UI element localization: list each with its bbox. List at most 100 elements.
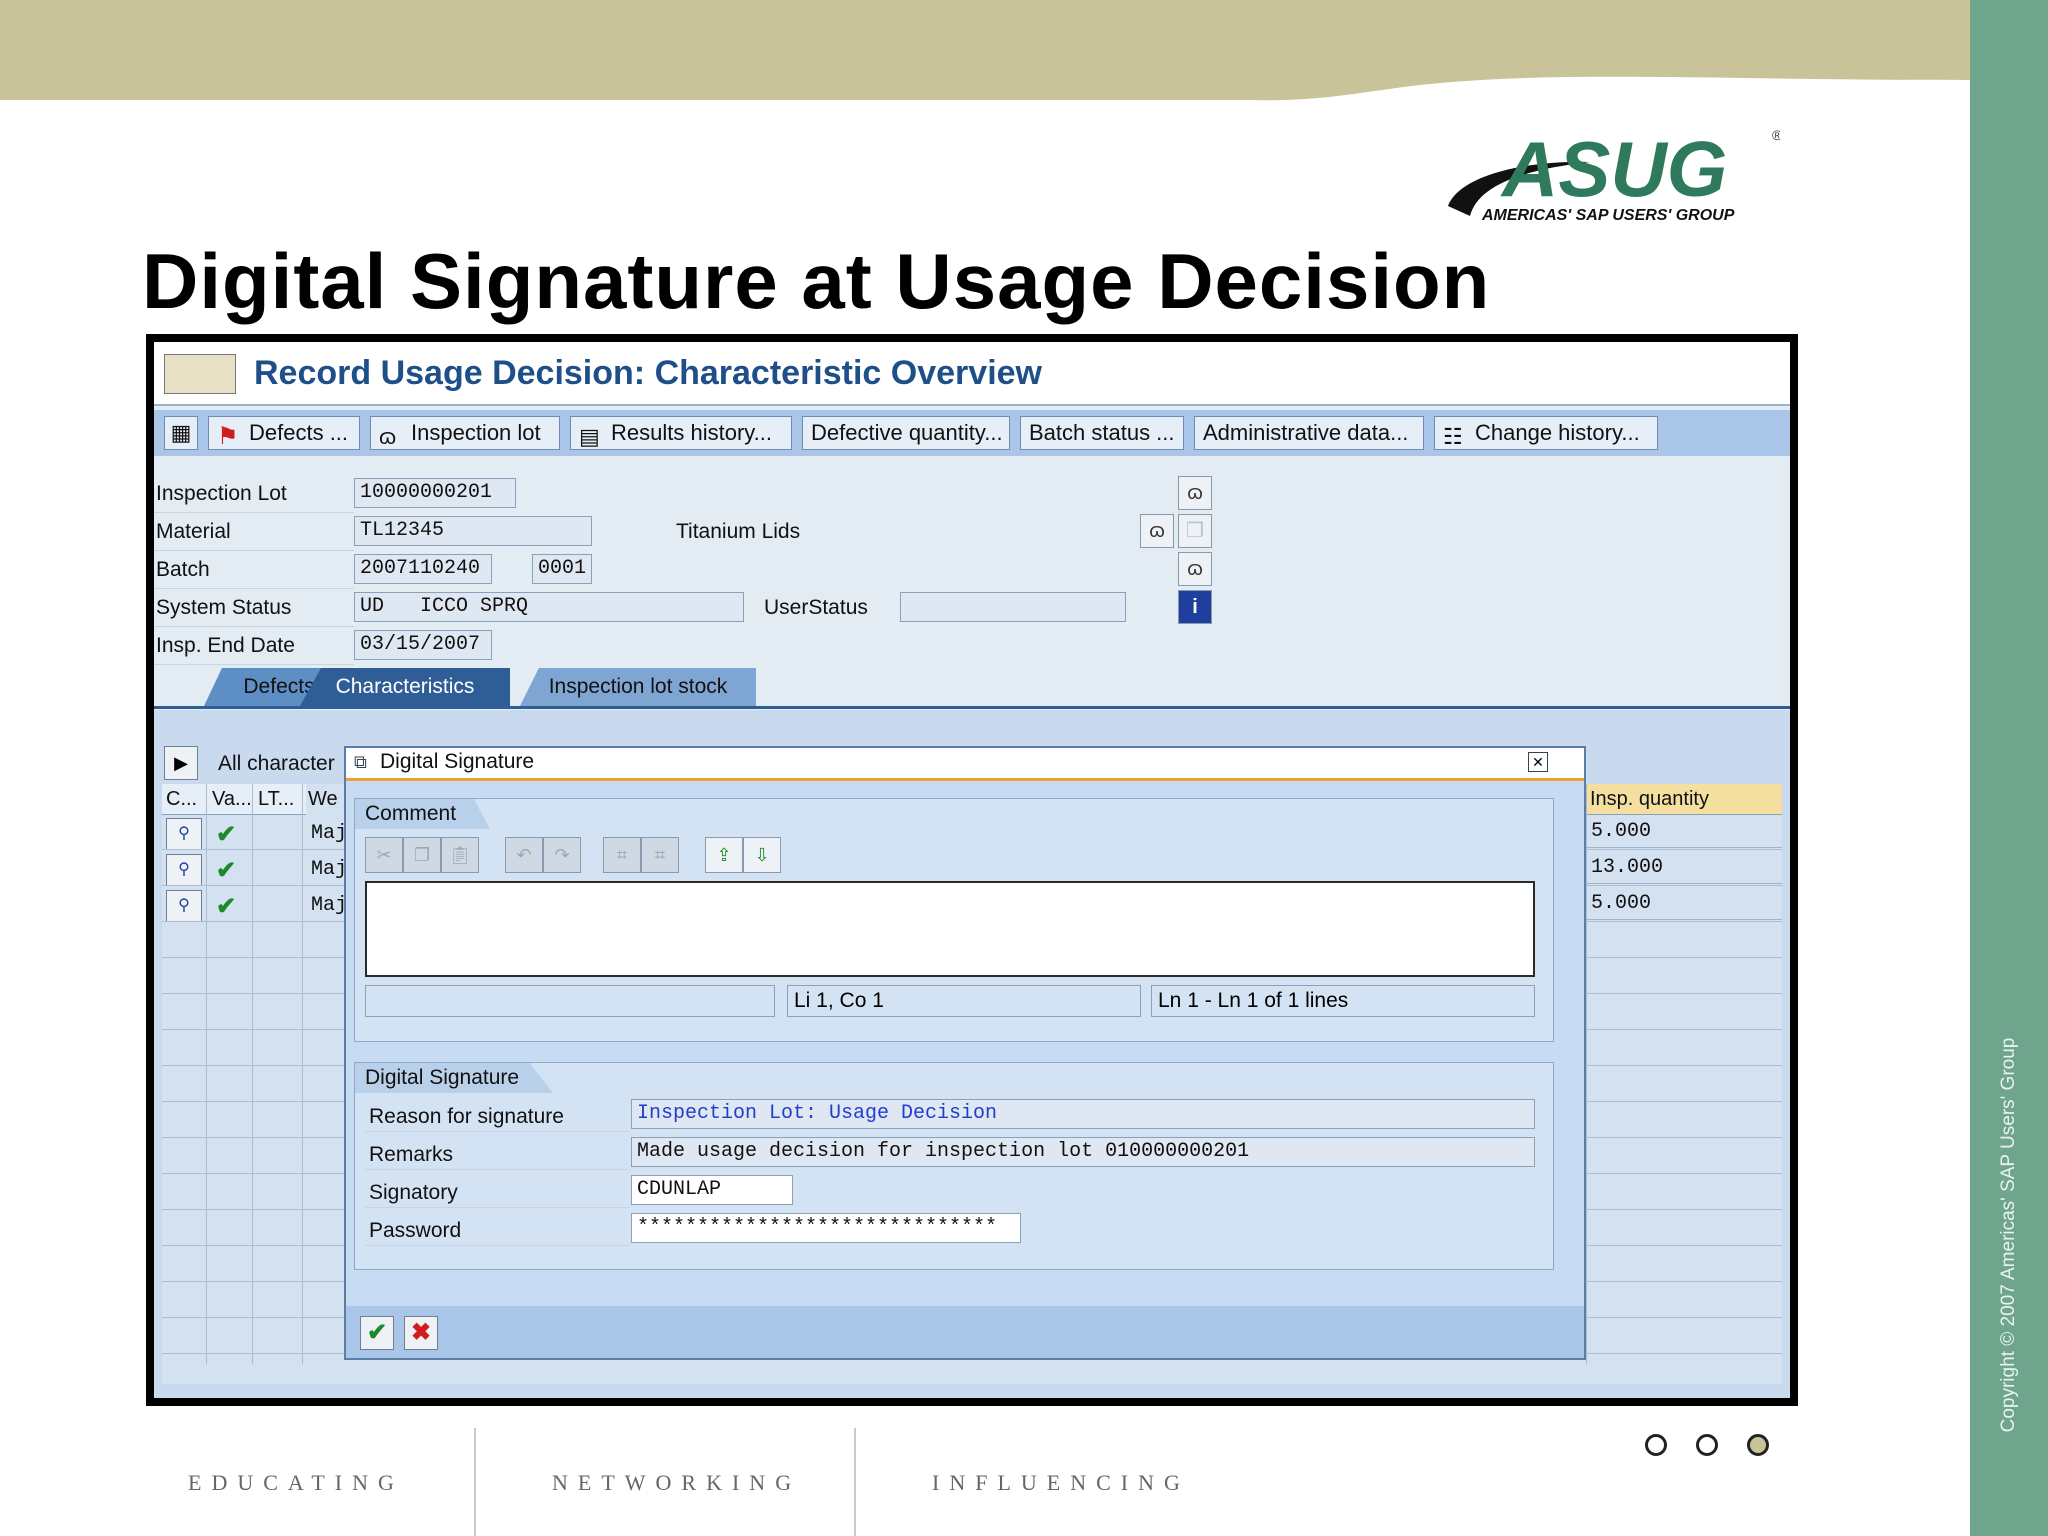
signatory-field[interactable]: CDUNLAP — [631, 1175, 793, 1205]
transaction-icon[interactable] — [164, 354, 236, 394]
insp-end-date-field[interactable]: 03/15/2007 — [354, 630, 492, 660]
footer-educating: EDUCATING — [188, 1470, 404, 1495]
row-detail-button[interactable]: ⚲ — [166, 818, 202, 850]
material-field[interactable]: TL12345 — [354, 516, 592, 546]
grid-col-line — [252, 784, 253, 1364]
reason-field: Inspection Lot: Usage Decision — [631, 1099, 1535, 1129]
triangle-right-icon: ▶ — [174, 753, 188, 773]
grid-col-line — [1586, 784, 1587, 1364]
sap-window: Record Usage Decision: Characteristic Ov… — [154, 342, 1790, 1398]
column-header-we[interactable]: We — [308, 788, 338, 811]
asug-logo: ASUG ® AMERICAS' SAP USERS' GROUP — [1440, 120, 1783, 230]
dialog-window-icon: ⧉ — [354, 752, 367, 772]
row-divider — [154, 664, 354, 665]
tab-characteristics[interactable]: Characteristics — [300, 668, 510, 706]
change-history-button[interactable]: ☷ Change history... — [1434, 416, 1658, 450]
svg-text:ASUG: ASUG — [1500, 125, 1727, 213]
dialog-close-button[interactable]: ✕ — [1528, 752, 1548, 772]
redo-button[interactable]: ↷ — [543, 837, 581, 873]
copy-text-button[interactable]: ❐ — [403, 837, 441, 873]
calculator-button[interactable]: ▦ — [164, 416, 198, 450]
administrative-data-button[interactable]: Administrative data... — [1194, 416, 1424, 450]
history-scroll-icon: ☷ — [1443, 424, 1463, 449]
batch-label: Batch — [156, 558, 210, 581]
system-status-label: System Status — [156, 596, 292, 619]
display-batch-button[interactable]: ɷ — [1178, 552, 1212, 586]
batch-field[interactable]: 2007110240 — [354, 554, 492, 584]
glasses-icon: ɷ — [379, 424, 397, 449]
table-cell-qty: 5.000 — [1586, 818, 1782, 848]
column-header-lt[interactable]: LT... — [258, 788, 294, 811]
svg-text:AMERICAS' SAP USERS' GROUP: AMERICAS' SAP USERS' GROUP — [1481, 207, 1735, 224]
export-icon: ⇩ — [754, 845, 770, 865]
progress-dot — [1696, 1434, 1718, 1456]
screen-title: Record Usage Decision: Characteristic Ov… — [254, 354, 1042, 392]
calculator-icon: ▦ — [170, 420, 192, 445]
sap-screenshot-frame: Record Usage Decision: Characteristic Ov… — [146, 334, 1798, 1406]
inspection-lot-field[interactable]: 10000000201 — [354, 478, 516, 508]
magnifier-icon: ⚲ — [178, 861, 190, 878]
dialog-title: Digital Signature — [380, 750, 535, 773]
cut-button[interactable]: ✂ — [365, 837, 403, 873]
valuation-check-icon: ✔ — [216, 821, 237, 848]
table-cell-qty: 5.000 — [1586, 890, 1782, 920]
display-material-button[interactable]: ɷ — [1140, 514, 1174, 548]
copyright-text: Copyright © 2007 Americas' SAP Users' Gr… — [1998, 1037, 2019, 1433]
find-button[interactable]: ⌗ — [603, 837, 641, 873]
download-button[interactable]: ⇩ — [743, 837, 781, 873]
row-divider — [365, 1169, 631, 1170]
find-next-button[interactable]: ⌗ — [641, 837, 679, 873]
insp-end-date-label: Insp. End Date — [156, 634, 295, 657]
dialog-footer: ✔ ✖ — [346, 1306, 1584, 1358]
valuation-check-icon: ✔ — [216, 857, 237, 884]
defective-quantity-button[interactable]: Defective quantity... — [802, 416, 1010, 450]
column-header-va[interactable]: Va... — [212, 788, 252, 811]
inspection-lot-button[interactable]: ɷ Inspection lot — [370, 416, 560, 450]
slide-title: Digital Signature at Usage Decision — [142, 237, 1491, 325]
footer-influencing: INFLUENCING — [932, 1470, 1190, 1495]
column-header-c[interactable]: C... — [166, 788, 197, 811]
password-label: Password — [369, 1219, 462, 1242]
footer-divider — [474, 1428, 476, 1536]
row-divider — [154, 588, 354, 589]
signature-group-title: Digital Signature — [355, 1063, 554, 1093]
results-history-button[interactable]: ▤ Results history... — [570, 416, 792, 450]
line-count: Ln 1 - Ln 1 of 1 lines — [1151, 985, 1535, 1017]
magnifier-icon: ⚲ — [178, 897, 190, 914]
footer-networking: NETWORKING — [552, 1470, 802, 1495]
cancel-button[interactable]: ✖ — [404, 1316, 438, 1350]
undo-icon: ↶ — [516, 845, 532, 865]
tab-inspection-lot-stock[interactable]: Inspection lot stock — [520, 668, 756, 706]
display-lot-button[interactable]: ɷ — [1178, 476, 1212, 510]
batch-sub-field[interactable]: 0001 — [532, 554, 592, 584]
tab-underline — [154, 706, 1790, 709]
comment-textarea[interactable] — [365, 881, 1535, 977]
copy-icon: ❐ — [413, 845, 431, 865]
batch-status-button[interactable]: Batch status ... — [1020, 416, 1184, 450]
paste-button[interactable]: 📋︎ — [441, 837, 479, 873]
info-icon: i — [1192, 596, 1198, 618]
user-status-field[interactable] — [900, 592, 1126, 622]
grid-col-line — [302, 784, 303, 1364]
remarks-field[interactable]: Made usage decision for inspection lot 0… — [631, 1137, 1535, 1167]
confirm-button[interactable]: ✔ — [360, 1316, 394, 1350]
dialog-title-bar: ⧉ Digital Signature ✕ — [346, 748, 1584, 781]
glasses-icon: ɷ — [1187, 482, 1203, 504]
upload-button[interactable]: ⇪ — [705, 837, 743, 873]
copy-icon: ❐ — [1186, 520, 1204, 542]
password-field[interactable]: ****************************** — [631, 1213, 1021, 1243]
row-divider — [154, 512, 354, 513]
row-detail-button[interactable]: ⚲ — [166, 890, 202, 922]
status-info-button[interactable]: i — [1178, 590, 1212, 624]
copy-button[interactable]: ❐ — [1178, 514, 1212, 548]
table-cell-qty: 13.000 — [1586, 854, 1782, 884]
undo-button[interactable]: ↶ — [505, 837, 543, 873]
progress-dot — [1645, 1434, 1667, 1456]
binoculars-next-icon: ⌗ — [654, 845, 666, 865]
defects-button[interactable]: ⚑ Defects ... — [208, 416, 360, 450]
row-detail-button[interactable]: ⚲ — [166, 854, 202, 886]
row-divider — [365, 1131, 631, 1132]
insp-quantity-header[interactable]: Insp. quantity — [1586, 784, 1782, 815]
system-status-field[interactable]: UD ICCO SPRQ — [354, 592, 744, 622]
expand-button[interactable]: ▶ — [164, 746, 198, 780]
